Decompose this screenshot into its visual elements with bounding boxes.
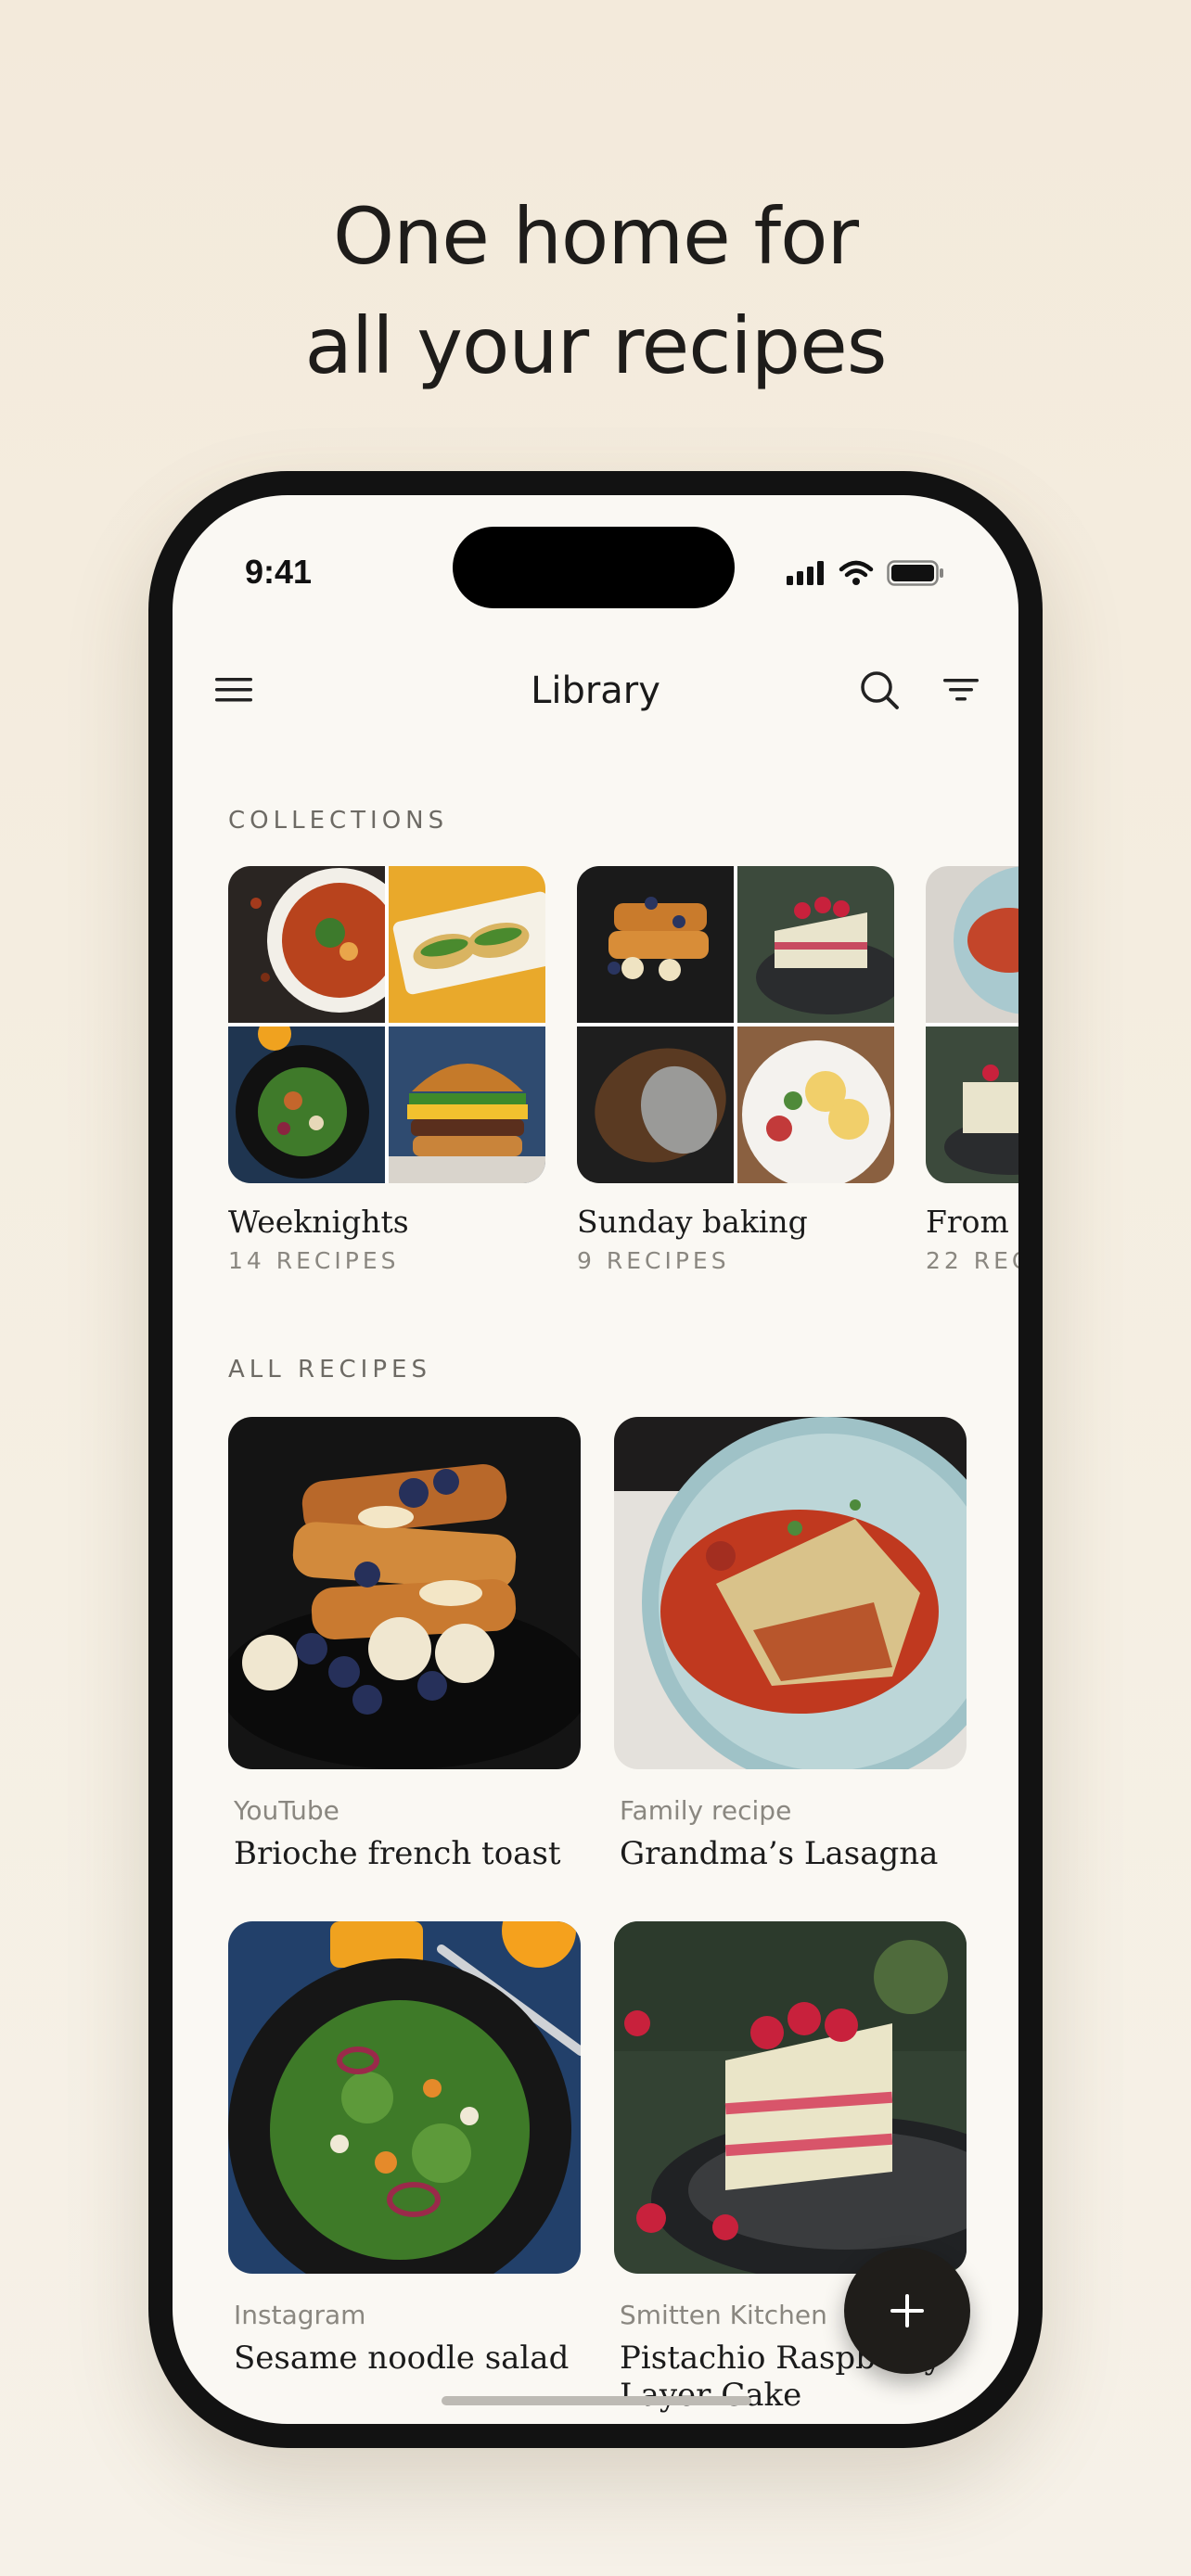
collection-photo-lasagna	[926, 866, 1018, 1023]
filter-icon	[943, 679, 979, 701]
recipe-card[interactable]: Family recipe Grandma’s Lasagna	[614, 1417, 967, 1921]
recipe-photo-noodle-salad	[228, 1921, 581, 2274]
collection-count: 22 REC	[926, 1247, 1018, 1274]
collection-title: From M	[926, 1204, 1018, 1240]
recipe-grid: YouTube Brioche french toast Family reci…	[228, 1417, 967, 2414]
recipe-source: Instagram	[234, 2300, 366, 2330]
collection-title: Sunday baking	[577, 1204, 808, 1240]
status-icons	[787, 560, 944, 586]
collection-photo-bread	[577, 1027, 734, 1183]
collection-photo-curry	[228, 866, 385, 1023]
phone-frame: 9:41 Library COLLECTIONS Weeknights 14 R…	[148, 471, 1043, 2448]
all-recipes-heading: ALL RECIPES	[228, 1356, 431, 1384]
dynamic-island	[453, 527, 735, 608]
search-button[interactable]	[852, 662, 907, 718]
phone-screen: 9:41 Library COLLECTIONS Weeknights 14 R…	[173, 495, 1018, 2424]
collection-title: Weeknights	[228, 1204, 409, 1240]
recipe-source: YouTube	[234, 1795, 339, 1826]
headline-line-2: all your recipes	[304, 300, 887, 391]
add-recipe-button[interactable]	[844, 2248, 970, 2374]
recipe-title: Brioche french toast	[234, 1835, 561, 1872]
headline-line-1: One home for	[332, 191, 859, 282]
wifi-icon	[839, 560, 874, 585]
recipe-card[interactable]: YouTube Brioche french toast	[228, 1417, 581, 1921]
recipe-photo-french-toast	[228, 1417, 581, 1769]
search-icon	[861, 671, 899, 709]
collection-card[interactable]: Weeknights 14 RECIPES	[228, 866, 545, 1274]
collection-photo-eggs-benedict	[737, 1027, 894, 1183]
collection-photo-salad	[228, 1027, 385, 1183]
collection-card[interactable]: From M 22 REC	[926, 866, 1018, 1274]
collection-cover	[228, 866, 545, 1183]
home-indicator	[442, 2396, 751, 2405]
recipe-photo-layer-cake	[614, 1921, 967, 2274]
recipe-photo-lasagna	[614, 1417, 967, 1769]
collection-photo-tacos	[389, 866, 545, 1023]
recipe-card[interactable]: Instagram Sesame noodle salad	[228, 1921, 581, 2414]
recipe-title: Grandma’s Lasagna	[620, 1835, 939, 1872]
cellular-signal-icon	[787, 561, 824, 585]
collections-carousel[interactable]: Weeknights 14 RECIPES Sunday baking 9 RE…	[228, 866, 1018, 1274]
filter-button[interactable]	[933, 662, 989, 718]
collection-photo-french-toast	[577, 866, 734, 1023]
recipe-title: Sesame noodle salad	[234, 2340, 570, 2377]
collections-heading: COLLECTIONS	[228, 807, 449, 835]
collection-count: 14 RECIPES	[228, 1247, 400, 1274]
collection-count: 9 RECIPES	[577, 1247, 730, 1274]
collection-photo-cake	[737, 866, 894, 1023]
plus-icon	[890, 2294, 924, 2327]
collection-cover	[926, 866, 1018, 1183]
collection-photo-burger	[389, 1027, 545, 1183]
recipe-source: Family recipe	[620, 1795, 792, 1826]
headline: One home for all your recipes	[0, 182, 1191, 401]
status-time: 9:41	[245, 553, 313, 591]
collection-cover	[577, 866, 894, 1183]
collection-card[interactable]: Sunday baking 9 RECIPES	[577, 866, 894, 1274]
battery-icon	[887, 560, 943, 586]
collection-photo-cake-2	[926, 1027, 1018, 1183]
